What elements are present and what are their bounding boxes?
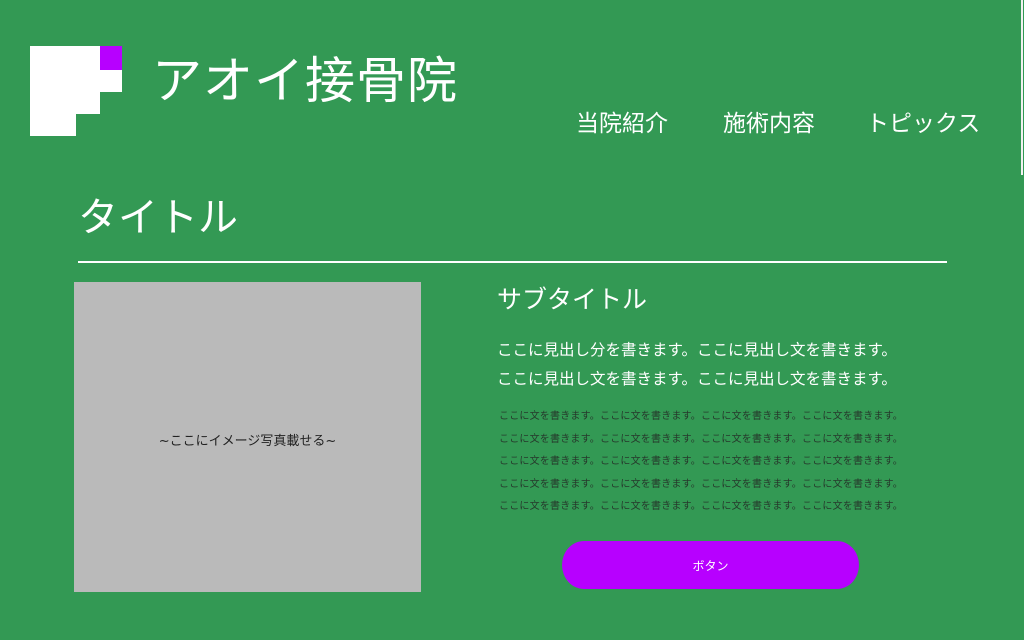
header-edge-divider [1021,0,1023,175]
body-line: ここに文を書きます。ここに文を書きます。ここに文を書きます。ここに文を書きます。 [499,411,903,422]
page-title: タイトル [78,195,238,241]
title-divider [78,261,947,263]
body-line: ここに文を書きます。ここに文を書きます。ここに文を書きます。ここに文を書きます。 [499,456,903,467]
nav-item-topics[interactable]: トピックス [866,108,980,140]
image-placeholder: ~ここにイメージ写真載せる~ [74,282,421,592]
nav-item-treatment[interactable]: 施術内容 [723,108,815,140]
lead-line: ここに見出し分を書きます。ここに見出し文を書きます。 [497,341,897,359]
site-header: アオイ接骨院 当院紹介 施術内容 トピックス [0,0,1024,175]
lead-line: ここに見出し文を書きます。ここに見出し文を書きます。 [497,370,897,388]
lead-text: ここに見出し分を書きます。ここに見出し文を書きます。 ここに見出し文を書きます。… [497,336,957,394]
body-line: ここに文を書きます。ここに文を書きます。ここに文を書きます。ここに文を書きます。 [499,478,903,490]
body-text: ここに文を書きます。ここに文を書きます。ここに文を書きます。ここに文を書きます。… [499,406,949,519]
image-placeholder-caption: ~ここにイメージ写真載せる~ [158,434,337,449]
body-line: ここに文を書きます。ここに文を書きます。ここに文を書きます。ここに文を書きます。 [499,501,903,512]
site-title[interactable]: アオイ接骨院 [152,56,458,106]
body-line: ここに文を書きます。ここに文を書きます。ここに文を書きます。ここに文を書きます。 [499,433,903,445]
cta-button[interactable]: ボタン [562,541,859,589]
nav-item-about[interactable]: 当院紹介 [576,108,668,140]
main-nav: 当院紹介 施術内容 トピックス [0,108,1024,140]
section-subtitle: サブタイトル [497,285,648,314]
